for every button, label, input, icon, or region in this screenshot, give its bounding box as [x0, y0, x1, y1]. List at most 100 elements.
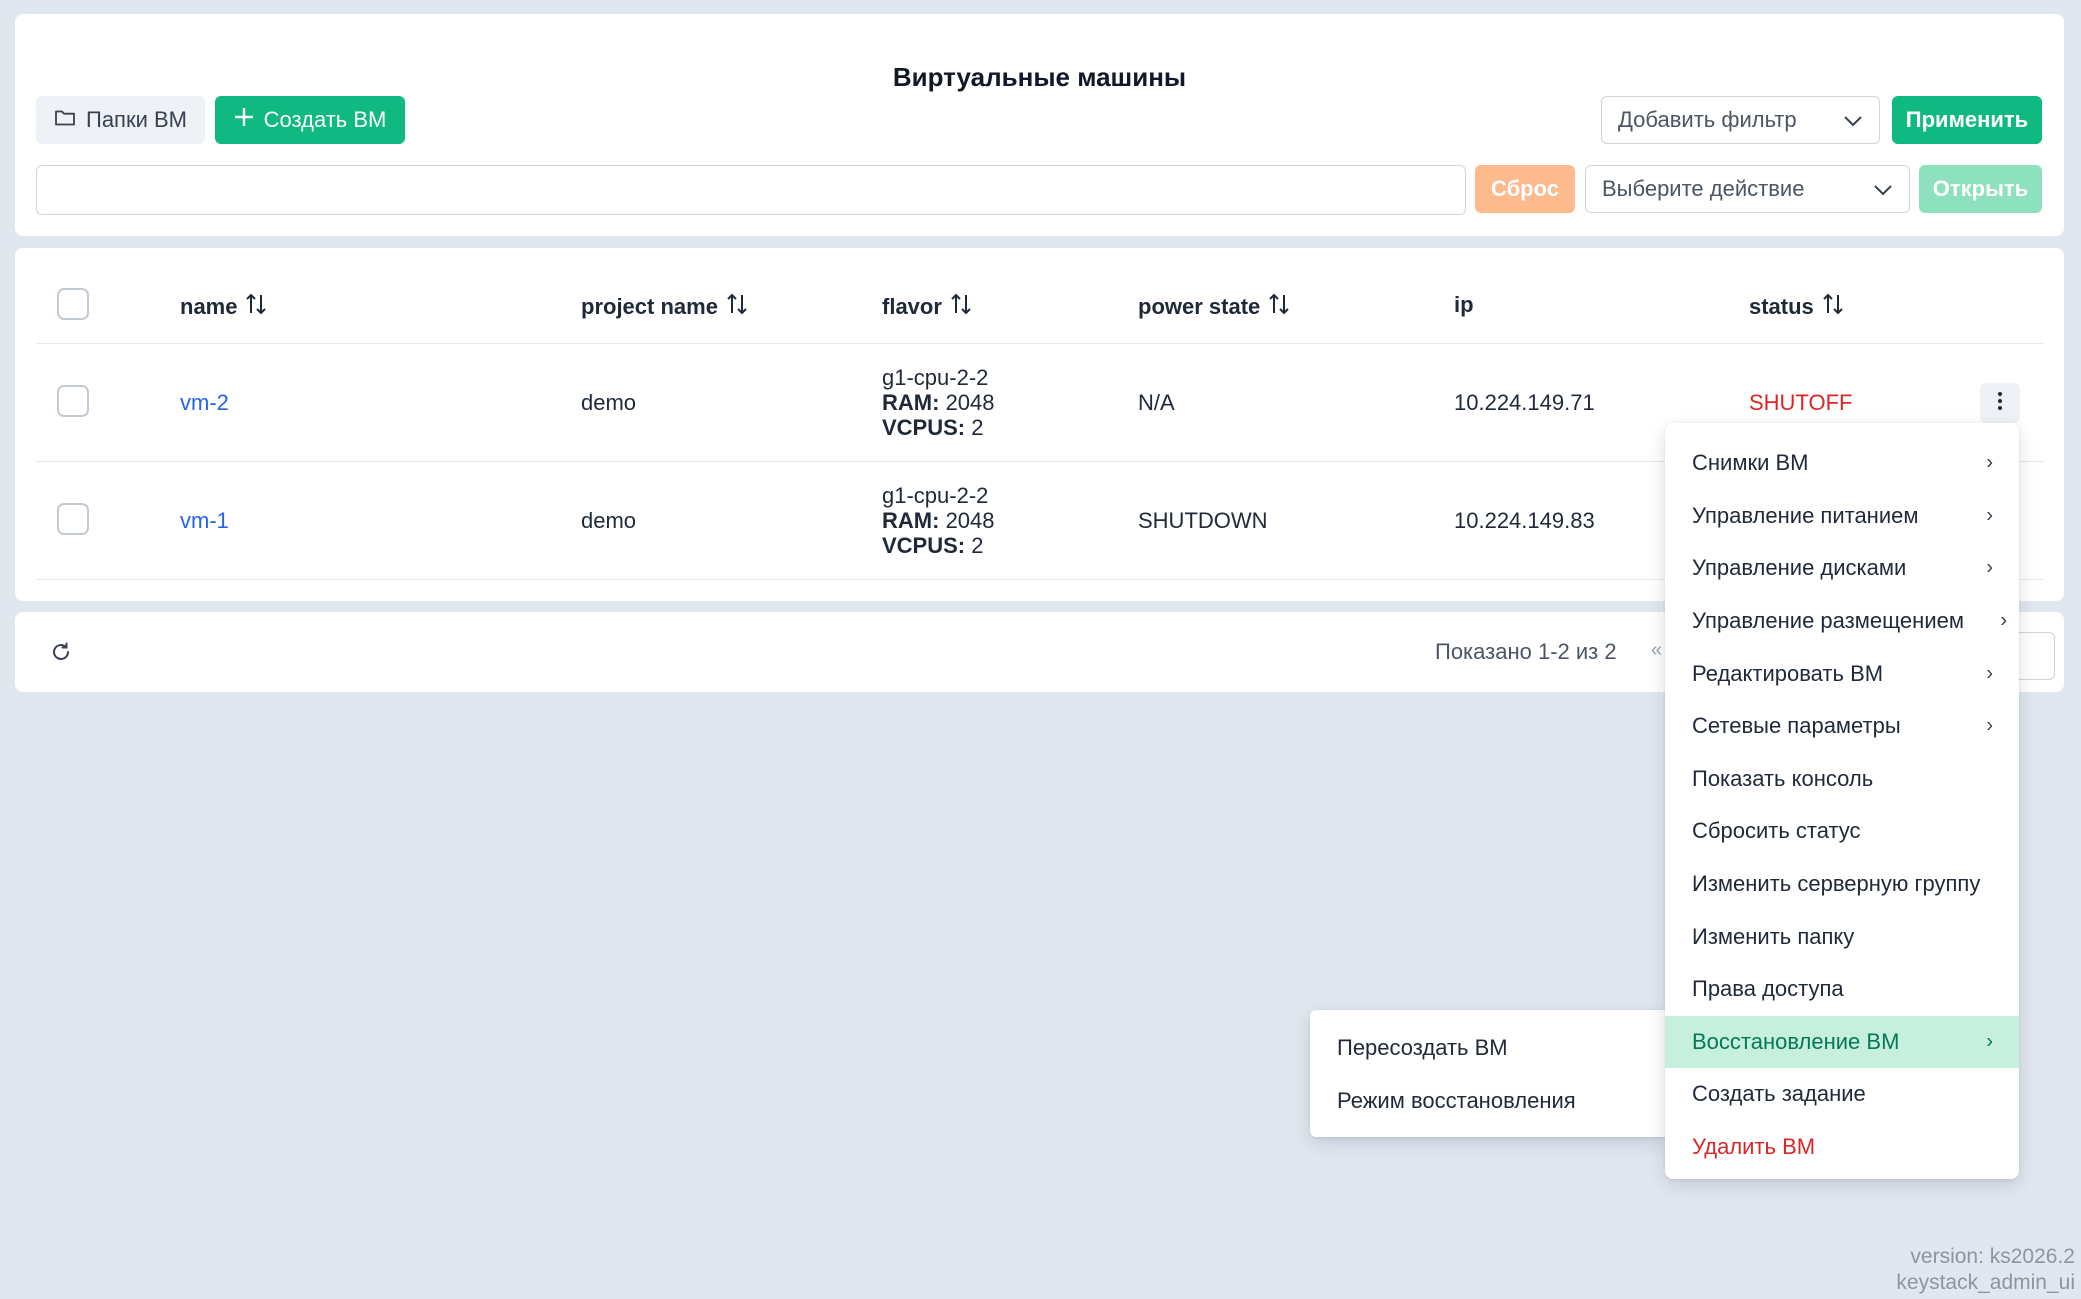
column-header-ip: ip: [1454, 292, 1474, 318]
row-actions-button[interactable]: [1980, 383, 2020, 423]
open-button[interactable]: Открыть: [1919, 165, 2042, 213]
flavor-name: g1-cpu-2-2: [882, 483, 989, 508]
row-checkbox[interactable]: [57, 503, 89, 535]
menu-item-label: Пересоздать ВМ: [1337, 1035, 1508, 1061]
menu-item-label: Управление дисками: [1692, 555, 1907, 581]
flavor-ram: RAM: 2048: [882, 390, 995, 415]
project-name: demo: [581, 390, 637, 415]
vcpus-label: VCPUS:: [882, 533, 966, 558]
vm-name-link[interactable]: vm-2: [180, 390, 229, 416]
sort-icon: [726, 292, 748, 322]
sort-icon: [1268, 292, 1290, 322]
flavor-details: g1-cpu-2-2 RAM: 2048 VCPUS: 2: [882, 365, 995, 440]
flavor-name: g1-cpu-2-2: [882, 365, 989, 390]
header-panel: Виртуальные машины Папки ВМ Создать ВМ Д…: [15, 14, 2064, 236]
kebab-icon: [1997, 391, 2003, 416]
column-header-project[interactable]: project name: [581, 292, 748, 322]
column-header-status[interactable]: status: [1749, 292, 1844, 322]
vcpus-value: 2: [971, 533, 984, 558]
column-header-label: status: [1749, 294, 1814, 319]
sort-icon: [1822, 292, 1844, 322]
menu-item-create-task[interactable]: Создать задание: [1665, 1068, 2019, 1121]
flavor-vcpus: VCPUS: 2: [882, 415, 995, 440]
menu-item-network-settings[interactable]: Сетевые параметры ›: [1665, 700, 2019, 753]
row-checkbox[interactable]: [57, 385, 89, 417]
menu-item-label: Сетевые параметры: [1692, 713, 1901, 739]
action-select[interactable]: Выберите действие: [1585, 165, 1910, 213]
chevron-right-icon: ›: [1986, 714, 1993, 737]
folder-icon: [54, 107, 76, 133]
menu-item-label: Изменить папку: [1692, 923, 1855, 949]
reset-button[interactable]: Сброс: [1475, 165, 1575, 213]
vcpus-label: VCPUS:: [882, 415, 966, 440]
plus-icon: [234, 107, 254, 133]
menu-item-power-management[interactable]: Управление питанием ›: [1665, 490, 2019, 543]
column-header-flavor[interactable]: flavor: [882, 292, 972, 322]
menu-item-vm-recovery[interactable]: Восстановление ВМ ›: [1665, 1015, 2019, 1069]
menu-item-label: Управление размещением: [1692, 608, 1964, 634]
chevron-right-icon: ›: [2000, 609, 2007, 632]
column-header-label: flavor: [882, 294, 942, 319]
vcpus-value: 2: [971, 415, 984, 440]
menu-item-label: Удалить ВМ: [1692, 1134, 1816, 1160]
power-state: N/A: [1138, 390, 1175, 415]
sort-icon: [245, 292, 267, 322]
column-header-label: name: [180, 294, 238, 319]
menu-item-delete-vm[interactable]: Удалить ВМ: [1665, 1121, 2019, 1174]
refresh-icon[interactable]: [49, 640, 73, 664]
vm-name-link[interactable]: vm-1: [180, 508, 229, 534]
ram-label: RAM:: [882, 508, 940, 533]
project-name: demo: [581, 508, 637, 533]
column-header-label: project name: [581, 294, 718, 319]
select-all-checkbox[interactable]: [57, 288, 89, 320]
menu-item-show-console[interactable]: Показать консоль: [1665, 753, 2019, 806]
menu-item-label: Изменить серверную группу: [1692, 871, 1981, 897]
row-context-menu: Снимки ВМ › Управление питанием › Управл…: [1665, 423, 2019, 1179]
menu-item-edit-vm[interactable]: Редактировать ВМ ›: [1665, 647, 2019, 700]
ip-address: 10.224.149.83: [1454, 508, 1595, 533]
menu-item-change-folder[interactable]: Изменить папку: [1665, 910, 2019, 963]
chevron-right-icon: ›: [1986, 662, 1993, 685]
menu-item-placement-management[interactable]: Управление размещением ›: [1665, 595, 2019, 648]
vm-folders-button[interactable]: Папки ВМ: [36, 96, 205, 144]
ram-label: RAM:: [882, 390, 940, 415]
menu-item-change-server-group[interactable]: Изменить серверную группу: [1665, 858, 2019, 911]
create-vm-button[interactable]: Создать ВМ: [215, 96, 405, 144]
search-input[interactable]: [36, 165, 1466, 215]
chevron-down-icon: [1873, 176, 1893, 202]
create-vm-label: Создать ВМ: [263, 107, 387, 132]
column-header-label: ip: [1454, 292, 1474, 317]
version-line: version: ks2026.2: [1910, 1245, 2075, 1268]
pagination-first-button[interactable]: «: [1651, 639, 1662, 662]
chevron-down-icon: [1843, 107, 1863, 133]
vm-folders-label: Папки ВМ: [86, 107, 187, 132]
menu-item-label: Режим восстановления: [1337, 1087, 1576, 1113]
chevron-right-icon: ›: [1986, 556, 1993, 579]
page-title: Виртуальные машины: [892, 62, 1187, 92]
column-header-power-state[interactable]: power state: [1138, 292, 1290, 322]
apply-button[interactable]: Применить: [1892, 96, 2042, 144]
chevron-right-icon: ›: [1986, 451, 1993, 474]
version-info: version: ks2026.2 keystack_admin_ui: [1896, 1244, 2075, 1296]
menu-item-disk-management[interactable]: Управление дисками ›: [1665, 542, 2019, 595]
column-header-name[interactable]: name: [180, 292, 267, 322]
ip-address: 10.224.149.71: [1454, 390, 1595, 415]
flavor-details: g1-cpu-2-2 RAM: 2048 VCPUS: 2: [882, 483, 995, 558]
menu-item-access-rights[interactable]: Права доступа: [1665, 963, 2019, 1016]
pagination-summary: Показано 1-2 из 2: [1435, 639, 1617, 664]
menu-item-label: Восстановление ВМ: [1692, 1028, 1900, 1054]
menu-item-label: Сбросить статус: [1692, 818, 1861, 844]
column-header-label: power state: [1138, 294, 1261, 319]
status-badge: SHUTOFF: [1749, 390, 1853, 415]
ram-value: 2048: [945, 508, 995, 533]
menu-item-rescue-mode[interactable]: Режим восстановления: [1310, 1075, 1666, 1128]
chevron-right-icon: ›: [1986, 504, 1993, 527]
menu-item-recreate-vm[interactable]: Пересоздать ВМ: [1310, 1022, 1666, 1075]
menu-item-label: Права доступа: [1692, 976, 1844, 1002]
menu-item-label: Создать задание: [1692, 1081, 1866, 1107]
menu-item-label: Снимки ВМ: [1692, 450, 1809, 476]
menu-item-vm-snapshots[interactable]: Снимки ВМ ›: [1665, 437, 2019, 490]
add-filter-select[interactable]: Добавить фильтр: [1601, 96, 1880, 144]
menu-item-reset-status[interactable]: Сбросить статус: [1665, 805, 2019, 858]
add-filter-placeholder: Добавить фильтр: [1618, 107, 1797, 132]
